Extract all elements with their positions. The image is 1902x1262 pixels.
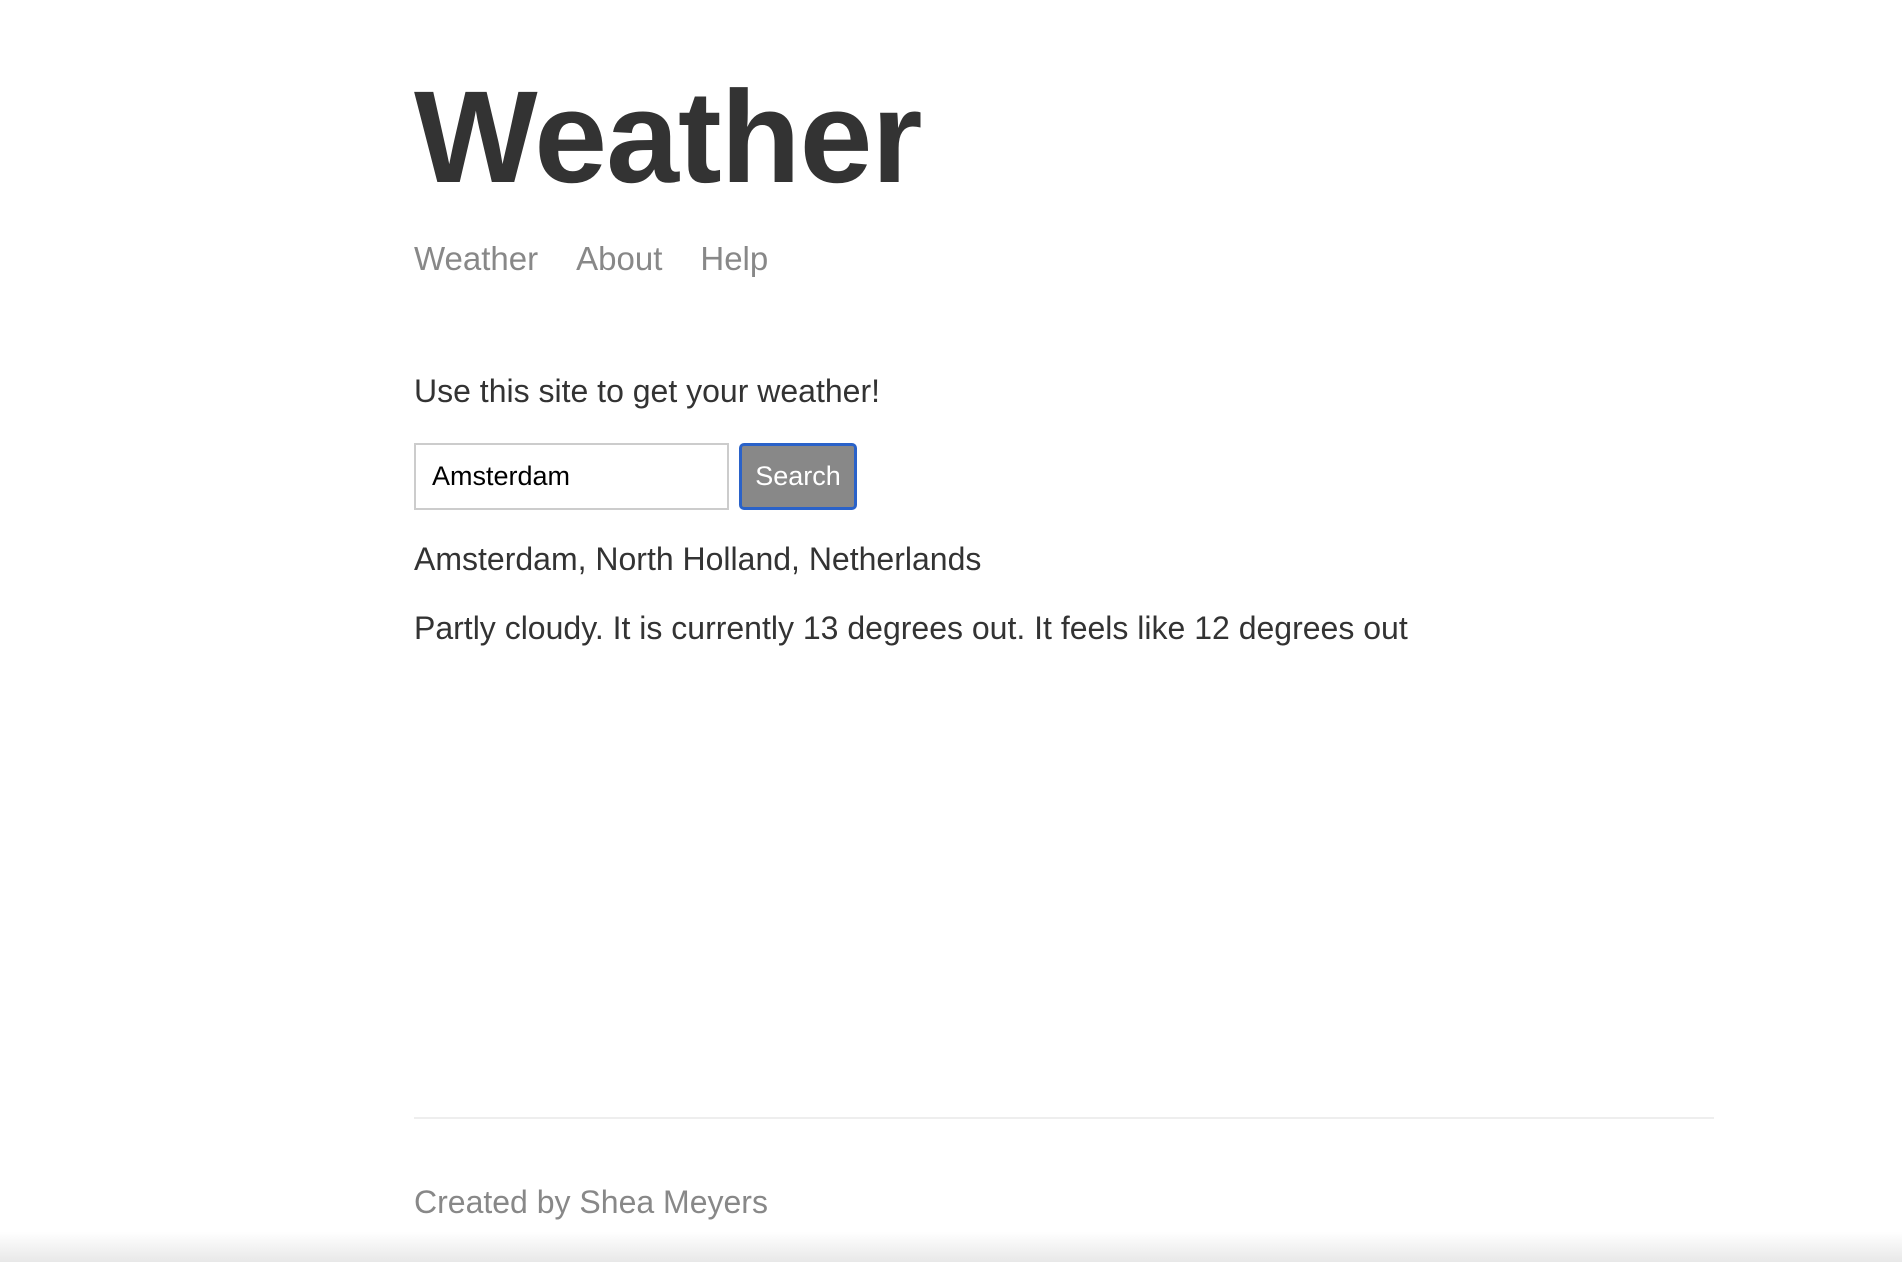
location-search-input[interactable] <box>414 443 729 510</box>
footer-divider <box>414 1117 1714 1119</box>
window-bottom-edge <box>0 1232 1902 1262</box>
nav-link-about[interactable]: About <box>576 236 662 282</box>
location-result: Amsterdam, North Holland, Netherlands <box>414 541 982 577</box>
forecast-result: Partly cloudy. It is currently 13 degree… <box>414 610 1408 646</box>
main-nav: Weather About Help <box>414 236 768 282</box>
search-button[interactable]: Search <box>739 443 857 510</box>
nav-link-weather[interactable]: Weather <box>414 236 538 282</box>
site-title: Weather <box>414 63 922 210</box>
nav-link-help[interactable]: Help <box>700 236 768 282</box>
search-form: Search <box>414 443 857 510</box>
footer-credit: Created by Shea Meyers <box>414 1184 768 1220</box>
page-container: Weather Weather About Help Use this site… <box>414 0 1714 1262</box>
intro-text: Use this site to get your weather! <box>414 373 880 409</box>
